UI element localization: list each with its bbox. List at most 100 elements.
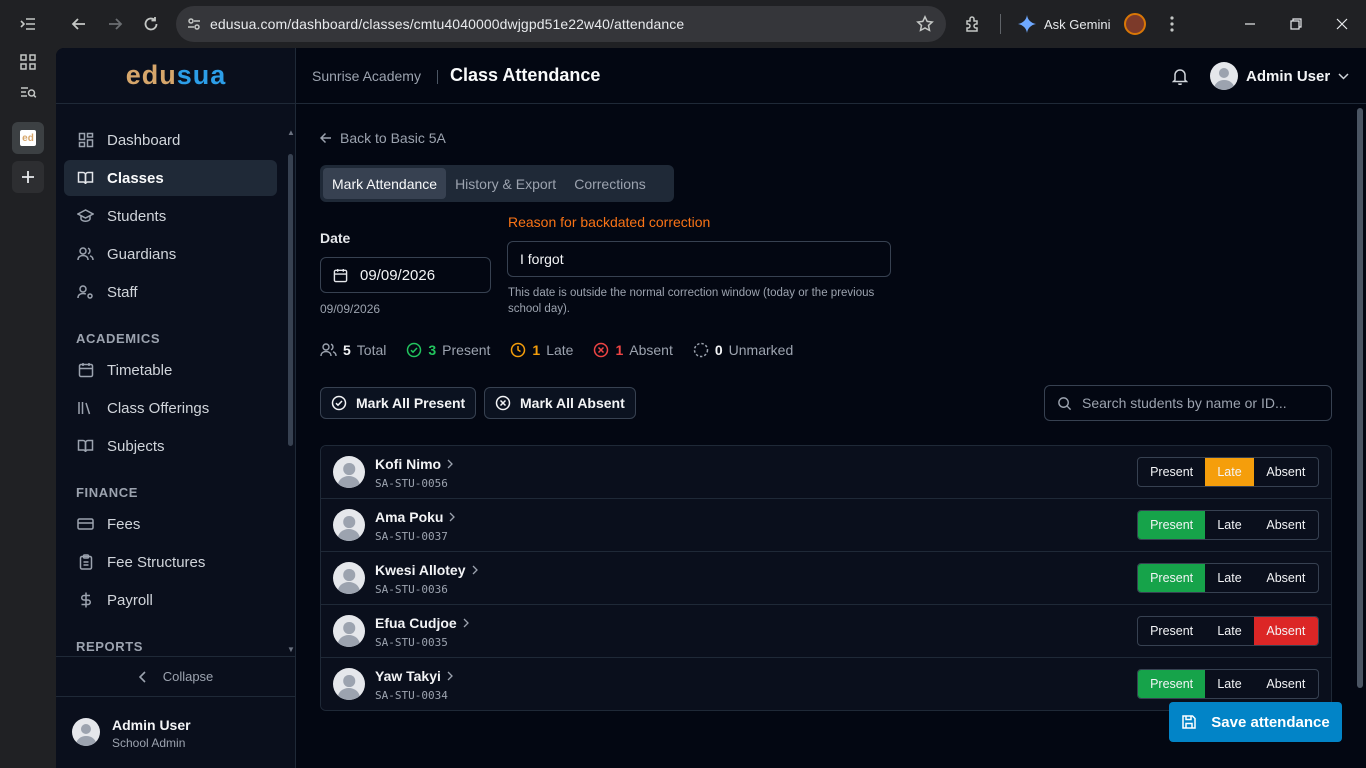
- header-user-name: Admin User: [1246, 67, 1331, 85]
- absent-button[interactable]: Absent: [1254, 458, 1318, 486]
- present-button[interactable]: Present: [1138, 617, 1205, 645]
- sidebar-item-payroll[interactable]: Payroll: [64, 582, 277, 618]
- stat-present: 3 Present: [406, 342, 490, 358]
- sidebar-item-label: Timetable: [107, 361, 173, 379]
- scroll-up-icon[interactable]: ▲: [287, 128, 295, 137]
- sidebar-scrollbar[interactable]: [288, 154, 293, 446]
- mark-all-absent-button[interactable]: Mark All Absent: [484, 387, 636, 419]
- student-name-link[interactable]: Yaw Takyi: [375, 668, 453, 684]
- bookmark-star-icon[interactable]: [916, 15, 934, 33]
- student-name-link[interactable]: Efua Cudjoe: [375, 615, 469, 631]
- collapse-button[interactable]: Collapse: [56, 656, 296, 696]
- chevron-right-icon: [450, 512, 456, 522]
- student-name: Efua Cudjoe: [375, 615, 457, 631]
- date-label: Date: [320, 230, 351, 246]
- sidebar-item-staff[interactable]: Staff: [64, 274, 277, 310]
- stat-late-count: 1: [532, 342, 541, 358]
- minimize-icon[interactable]: [1234, 8, 1266, 40]
- sidebar-item-dashboard[interactable]: Dashboard: [64, 122, 277, 158]
- reload-icon[interactable]: [133, 6, 169, 42]
- reason-input[interactable]: I forgot: [507, 241, 891, 277]
- browser-menu-icon[interactable]: [1156, 8, 1188, 40]
- present-button[interactable]: Present: [1138, 458, 1205, 486]
- user-menu[interactable]: Admin User: [1210, 62, 1349, 90]
- book-open-icon: [77, 170, 94, 187]
- status-toggle: Present Late Absent: [1137, 563, 1319, 593]
- absent-button[interactable]: Absent: [1254, 511, 1318, 539]
- late-button[interactable]: Late: [1205, 670, 1253, 698]
- dashed-circle-icon: [693, 342, 709, 358]
- address-bar[interactable]: edusua.com/dashboard/classes/cmtu4040000…: [176, 6, 946, 42]
- tab-corrections[interactable]: Corrections: [565, 168, 655, 199]
- sidebar-item-label: Staff: [107, 283, 138, 301]
- restore-icon[interactable]: [1280, 8, 1312, 40]
- book-icon: [77, 438, 94, 455]
- sidebar-item-class-offerings[interactable]: Class Offerings: [64, 390, 277, 426]
- bell-icon[interactable]: [1172, 68, 1188, 85]
- present-button[interactable]: Present: [1138, 670, 1206, 698]
- scroll-down-icon[interactable]: ▼: [287, 645, 295, 654]
- absent-button[interactable]: Absent: [1254, 564, 1318, 592]
- student-name-link[interactable]: Kofi Nimo: [375, 456, 454, 472]
- status-toggle: Present Late Absent: [1137, 616, 1319, 646]
- sidebar-item-classes[interactable]: Classes: [64, 160, 277, 196]
- stat-absent-label: Absent: [629, 342, 673, 358]
- extensions-icon[interactable]: [957, 8, 989, 40]
- back-arrow-icon[interactable]: [61, 6, 97, 42]
- sidebar-item-label: Dashboard: [107, 131, 181, 149]
- stat-present-label: Present: [442, 342, 491, 358]
- school-name[interactable]: Sunrise Academy: [312, 68, 421, 84]
- save-attendance-button[interactable]: Save attendance: [1169, 702, 1342, 742]
- page-header: Sunrise Academy Class Attendance Admin U…: [296, 48, 1366, 104]
- student-name-link[interactable]: Kwesi Allotey: [375, 562, 478, 578]
- edusua-logo[interactable]: edu sua: [56, 48, 296, 104]
- ask-gemini-button[interactable]: Ask Gemini: [1018, 8, 1110, 40]
- dollar-icon: [77, 592, 94, 609]
- avatar: [72, 718, 100, 746]
- mark-all-present-button[interactable]: Mark All Present: [320, 387, 477, 419]
- collapse-label: Collapse: [162, 669, 214, 684]
- tab-search-icon[interactable]: [12, 76, 44, 108]
- late-button[interactable]: Late: [1205, 564, 1253, 592]
- new-tab-icon[interactable]: [12, 161, 44, 193]
- present-button[interactable]: Present: [1138, 511, 1206, 539]
- student-row: Kofi Nimo SA-STU-0056 Present Late Absent: [321, 446, 1331, 499]
- x-circle-icon: [495, 395, 511, 411]
- search-icon: [1058, 396, 1072, 410]
- student-name-link[interactable]: Ama Poku: [375, 509, 456, 525]
- sidebar-item-subjects[interactable]: Subjects: [64, 428, 277, 464]
- late-button[interactable]: Late: [1205, 458, 1254, 486]
- stat-total-count: 5: [343, 342, 351, 358]
- tab-groups-icon[interactable]: [12, 46, 44, 78]
- sidebar-item-guardians[interactable]: Guardians: [64, 236, 277, 272]
- users-icon: [77, 246, 94, 263]
- present-button[interactable]: Present: [1138, 564, 1206, 592]
- sidebar-item-fee-structures[interactable]: Fee Structures: [64, 544, 277, 580]
- sidebar-item-students[interactable]: Students: [64, 198, 277, 234]
- chevron-right-icon: [463, 618, 469, 628]
- absent-button[interactable]: Absent: [1254, 670, 1318, 698]
- collapse-tabs-icon[interactable]: [12, 8, 44, 40]
- date-value: 09/09/2026: [360, 266, 436, 284]
- reason-help-text: This date is outside the normal correcti…: [508, 287, 875, 315]
- tab-mark-attendance[interactable]: Mark Attendance: [323, 168, 447, 199]
- absent-button[interactable]: Absent: [1253, 617, 1318, 645]
- status-toggle: Present Late Absent: [1137, 669, 1319, 699]
- search-input[interactable]: Search students by name or ID...: [1044, 385, 1332, 421]
- sidebar-user[interactable]: Admin User School Admin: [56, 696, 296, 768]
- profile-avatar-icon[interactable]: [1119, 8, 1151, 40]
- date-picker[interactable]: 09/09/2026: [320, 257, 491, 293]
- sidebar-item-timetable[interactable]: Timetable: [64, 352, 277, 388]
- forward-arrow-icon[interactable]: [97, 6, 133, 42]
- site-info-icon[interactable]: [186, 16, 202, 32]
- late-button[interactable]: Late: [1205, 617, 1253, 645]
- edusua-tab-favicon[interactable]: ed: [12, 122, 44, 154]
- close-window-icon[interactable]: [1326, 8, 1358, 40]
- back-link[interactable]: Back to Basic 5A: [320, 130, 446, 146]
- late-button[interactable]: Late: [1205, 511, 1253, 539]
- tab-history-export[interactable]: History & Export: [446, 168, 565, 199]
- sidebar-item-fees[interactable]: Fees: [64, 506, 277, 542]
- chevron-right-icon: [447, 459, 454, 469]
- sidebar-user-name: Admin User: [112, 717, 191, 733]
- main-scrollbar[interactable]: [1357, 108, 1363, 688]
